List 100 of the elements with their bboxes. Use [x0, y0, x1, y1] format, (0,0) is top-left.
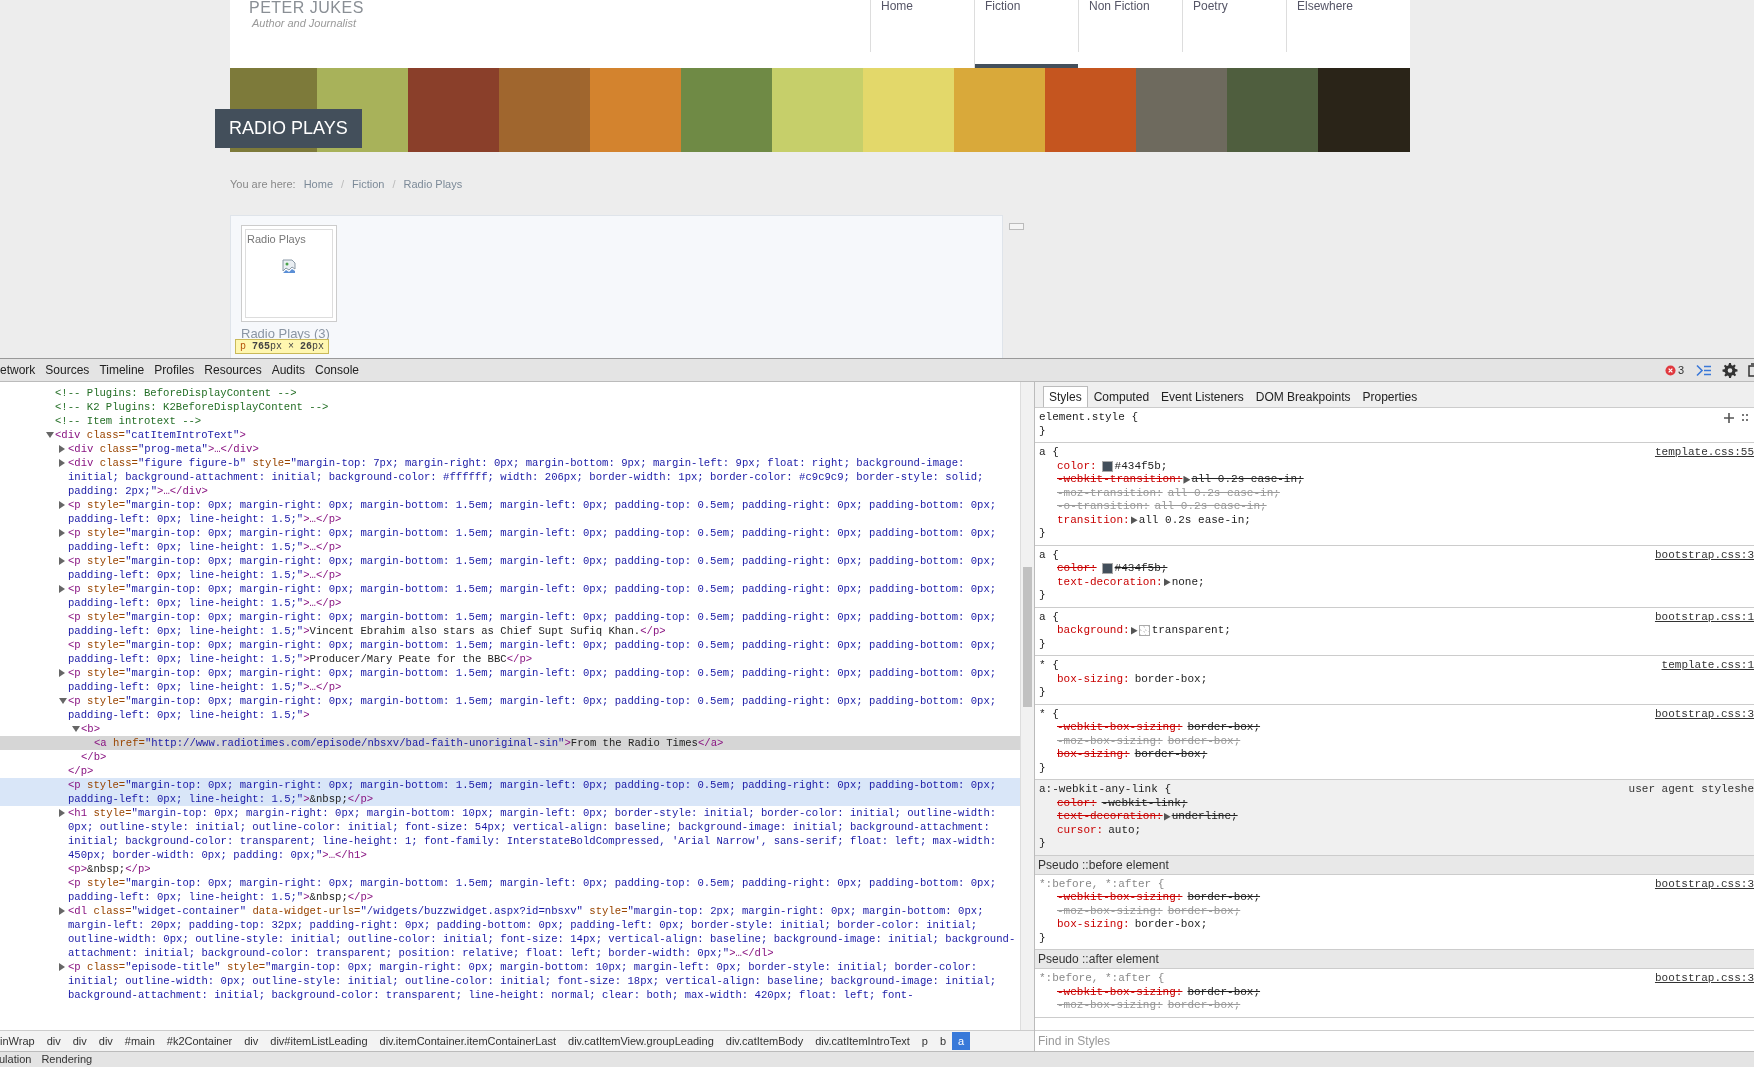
tree-row[interactable]: <!-- Item introtext -->: [0, 414, 1020, 428]
property-value[interactable]: all 0.2s ease-in;: [1191, 473, 1304, 487]
sidebar-tab[interactable]: Styles: [1043, 386, 1088, 407]
property-value[interactable]: border-box;: [1134, 672, 1208, 686]
nav-item[interactable]: Non Fiction: [1078, 0, 1182, 52]
property-name[interactable]: color:: [1057, 459, 1097, 473]
element-crumb[interactable]: div: [66, 1032, 93, 1050]
tree-row[interactable]: <!-- K2 Plugins: K2BeforeDisplayContent -->: [0, 400, 1020, 414]
css-selector[interactable]: a {: [1039, 610, 1059, 624]
sidebar-tab[interactable]: Properties: [1356, 386, 1424, 407]
property-name[interactable]: box-sizing:: [1057, 672, 1130, 686]
panel-tab[interactable]: Audits: [266, 363, 310, 377]
stylesheet-link[interactable]: bootstrap.css:3: [1654, 707, 1754, 721]
error-icon[interactable]: [1664, 364, 1676, 376]
element-crumb[interactable]: p: [915, 1032, 934, 1050]
property-name[interactable]: -webkit-box-sizing:: [1057, 721, 1183, 735]
dom-node[interactable]: <h1 style="margin-top: 0px; margin-right: 0px; margin-bottom: 10px; margin-left: 0px; border-style: initial; border-color: initial; outline-width: 0px; outline-style: initial; outline-color: initial; font-size: 54px; vertical-align: baseline; background-image: initial; background-attachment: initial; background-color: transparent; line-height: 1; font-family: InterstateBoldCompressed, 'Arial Narrow', sans-serif; float: left; max-width: 450px; border-width: 0px; padding: 0px;">…</h1>: [68, 806, 1018, 862]
css-selector[interactable]: a:-webkit-any-link {: [1039, 783, 1172, 797]
property-value[interactable]: auto;: [1108, 823, 1142, 837]
element-crumb[interactable]: div.itemContainer.itemContainerLast: [373, 1032, 563, 1050]
property-name[interactable]: text-decoration:: [1057, 810, 1163, 824]
css-property[interactable]: -webkit-transition: all 0.2s ease-in;: [1039, 473, 1748, 487]
property-name[interactable]: transition:: [1057, 513, 1130, 527]
css-selector[interactable]: element.style {: [1039, 411, 1139, 425]
css-property[interactable]: box-sizing: border-box;: [1039, 918, 1748, 932]
find-field[interactable]: Find in Styles: [1035, 1031, 1754, 1051]
color-swatch-icon[interactable]: [1138, 625, 1150, 637]
css-property[interactable]: cursor: auto;: [1039, 823, 1748, 837]
css-selector[interactable]: *:before, *:after {: [1039, 877, 1165, 891]
stylesheet-link[interactable]: bootstrap.css:3: [1654, 972, 1754, 986]
stylesheet-link[interactable]: bootstrap.css:3: [1654, 877, 1754, 891]
css-property[interactable]: -webkit-box-sizing: border-box;: [1039, 985, 1748, 999]
element-crumb[interactable]: div.catItemIntroText: [809, 1032, 916, 1050]
expand-arrow-icon[interactable]: [58, 696, 68, 705]
css-property[interactable]: box-sizing: border-box;: [1039, 748, 1748, 762]
panel-tab[interactable]: Sources: [40, 363, 95, 377]
property-name[interactable]: background:: [1057, 624, 1130, 638]
property-name[interactable]: box-sizing:: [1057, 918, 1130, 932]
color-swatch-icon[interactable]: [1101, 460, 1113, 472]
css-property[interactable]: text-decoration: underline;: [1039, 810, 1748, 824]
stylesheet-link[interactable]: bootstrap.css:1: [1654, 610, 1754, 624]
css-property[interactable]: color: -webkit-link;: [1039, 796, 1748, 810]
panel-tab[interactable]: etwork: [0, 363, 41, 377]
css-property[interactable]: box-sizing: border-box;: [1039, 672, 1748, 686]
property-value[interactable]: transparent;: [1151, 624, 1231, 638]
element-crumb[interactable]: div: [40, 1032, 67, 1050]
property-value[interactable]: border-box;: [1134, 918, 1208, 932]
property-name[interactable]: box-sizing:: [1057, 748, 1130, 762]
drawer-tab[interactable]: ulation: [0, 1052, 32, 1067]
css-selector[interactable]: a {: [1039, 548, 1059, 562]
css-property[interactable]: -webkit-box-sizing: border-box;: [1039, 721, 1748, 735]
css-property[interactable]: color: #434f5b;: [1039, 459, 1748, 473]
property-name[interactable]: cursor:: [1057, 823, 1104, 837]
panel-tab[interactable]: Profiles: [149, 363, 200, 377]
css-selector[interactable]: *:before, *:after {: [1039, 972, 1165, 986]
property-value[interactable]: border-box;: [1187, 891, 1261, 905]
dom-node[interactable]: <p style="margin-top: 0px; margin-right: 0px; margin-bottom: 1.5em; margin-left: 0px; padding-top: 0.5em; padding-right: 0px; padding-bottom: 0px; padding-left: 0px; line-height: 1.5;">Vincent Ebrahim also stars as Chief Supt Sufiq Khan.</p>: [68, 610, 1018, 638]
property-value[interactable]: underline;: [1171, 810, 1238, 824]
property-value[interactable]: all 0.2s ease-in;: [1138, 513, 1251, 527]
expand-arrow-icon[interactable]: [45, 430, 55, 439]
panel-tab[interactable]: Resources: [199, 363, 267, 377]
css-selector[interactable]: * {: [1039, 707, 1059, 721]
stylesheet-link[interactable]: template.css:1: [1661, 659, 1754, 673]
nav-item[interactable]: Elsewhere: [1286, 0, 1390, 52]
element-crumb[interactable]: div.catItemBody: [719, 1032, 810, 1050]
nav-item[interactable]: Poetry: [1182, 0, 1286, 52]
css-property[interactable]: color: #434f5b;: [1039, 562, 1748, 576]
element-crumb[interactable]: div#itemListLeading: [264, 1032, 374, 1050]
property-value[interactable]: #434f5b;: [1114, 562, 1168, 576]
css-selector[interactable]: * {: [1039, 659, 1059, 673]
drawer-tab[interactable]: Rendering: [41, 1052, 93, 1067]
stylesheet-link[interactable]: template.css:55: [1654, 446, 1754, 460]
property-value[interactable]: border-box;: [1187, 721, 1261, 735]
sidebar-tab[interactable]: Computed: [1087, 386, 1156, 407]
settings-icon[interactable]: [1722, 362, 1738, 378]
sidebar-tab[interactable]: Event Listeners: [1155, 386, 1250, 407]
console-icon[interactable]: [1696, 362, 1712, 378]
error-count[interactable]: 3: [1677, 364, 1684, 376]
element-crumb[interactable]: div: [92, 1032, 119, 1050]
css-property[interactable]: background: transparent;: [1039, 624, 1748, 638]
element-crumb[interactable]: b: [933, 1032, 953, 1050]
property-value[interactable]: border-box;: [1187, 985, 1261, 999]
css-property[interactable]: -webkit-box-sizing: border-box;: [1039, 891, 1748, 905]
scrollbar[interactable]: [1020, 382, 1034, 1030]
css-property[interactable]: text-decoration: none;: [1039, 575, 1748, 589]
element-crumb[interactable]: #k2Container: [160, 1032, 239, 1050]
property-name[interactable]: color:: [1057, 562, 1097, 576]
expand-arrow-icon[interactable]: [71, 724, 81, 733]
property-value[interactable]: none;: [1171, 575, 1205, 589]
category-card[interactable]: Radio Plays: [241, 225, 337, 322]
dotted-icon[interactable]: [1742, 412, 1748, 423]
property-name[interactable]: -webkit-box-sizing:: [1057, 985, 1183, 999]
property-name[interactable]: text-decoration:: [1057, 575, 1163, 589]
add-icon[interactable]: [1724, 412, 1734, 423]
sidebar-tab[interactable]: DOM Breakpoints: [1249, 386, 1357, 407]
nav-item[interactable]: Home: [870, 0, 974, 52]
tree-row[interactable]: <!-- Plugins: BeforeDisplayContent -->: [0, 386, 1020, 400]
dom-node[interactable]: <div class="figure figure-b" style="margin-top: 7px; margin-right: 0px; margin-bottom: 9px; margin-left: 9px; float: right; background-image: initial; background-attachment: initial; background-color: #ffffff; width: 206px; border-width: 1px; border-color: #c9c9c9; border-style: solid; padding: 2px;">…</div>: [68, 456, 1018, 498]
nav-item[interactable]: Fiction: [974, 0, 1078, 68]
property-name[interactable]: -webkit-box-sizing:: [1057, 891, 1183, 905]
